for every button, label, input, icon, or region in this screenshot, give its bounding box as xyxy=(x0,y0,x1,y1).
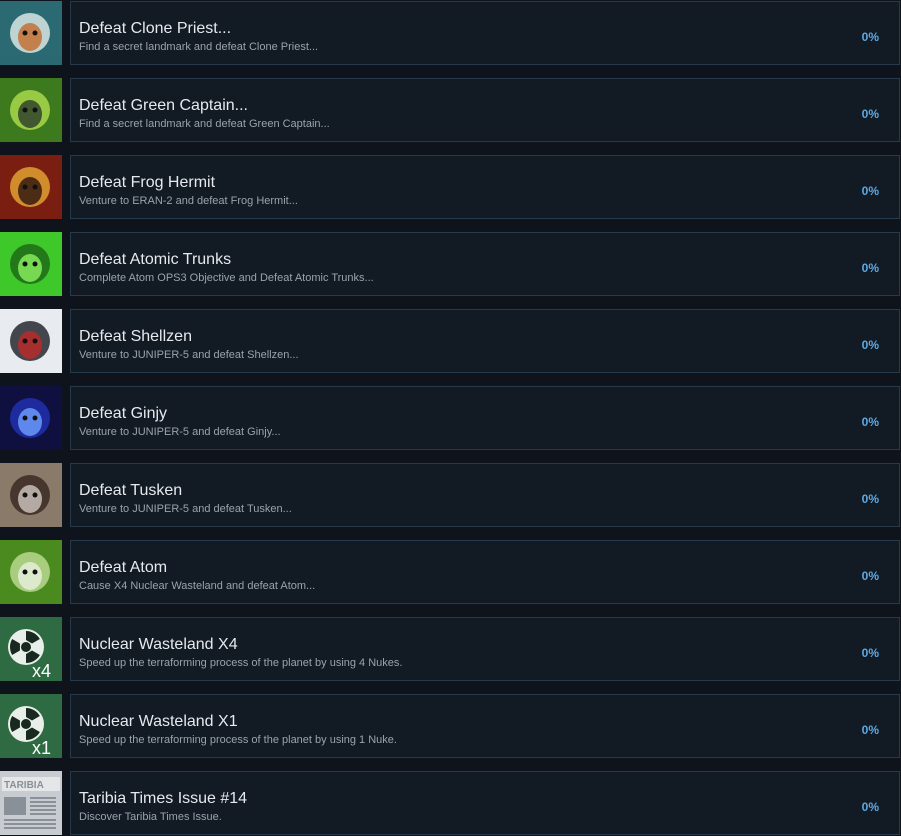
green-captain-icon xyxy=(0,78,62,142)
achievement-card[interactable]: Nuclear Wasteland X4 Speed up the terrafo… xyxy=(70,617,900,681)
svg-text:x1: x1 xyxy=(32,738,51,758)
achievement-progress: 0% xyxy=(861,107,879,121)
achievement-title: Taribia Times Issue #14 xyxy=(79,790,248,807)
achievement-card[interactable]: Defeat Frog Hermit Venture to ERAN-2 and … xyxy=(70,155,900,219)
achievement-progress: 0% xyxy=(861,338,879,352)
achievement-card[interactable]: Defeat Atom Cause X4 Nuclear Wasteland an… xyxy=(70,540,900,604)
achievement-title: Defeat Atom xyxy=(79,559,168,576)
achievement-progress: 0% xyxy=(861,723,879,737)
achievement-title: Defeat Ginjy xyxy=(79,405,168,422)
achievement-title: Defeat Shellzen xyxy=(79,328,192,345)
achievement-row[interactable]: Defeat Shellzen Venture to JUNIPER-5 and … xyxy=(0,309,901,373)
achievement-row[interactable]: x4 Nuclear Wasteland X4 Speed up the terra… xyxy=(0,617,901,681)
achievement-row[interactable]: Defeat Ginjy Venture to JUNIPER-5 and def… xyxy=(0,386,901,450)
achievement-description: Cause X4 Nuclear Wasteland and defeat At… xyxy=(79,580,316,592)
achievement-title: Defeat Frog Hermit xyxy=(79,174,216,191)
svg-text:TARIBIA: TARIBIA xyxy=(4,780,44,791)
atom-icon xyxy=(0,540,62,604)
achievement-row[interactable]: Defeat Frog Hermit Venture to ERAN-2 and … xyxy=(0,155,901,219)
achievement-row[interactable]: x1 Nuclear Wasteland X1 Speed up the terra… xyxy=(0,694,901,758)
achievement-progress: 0% xyxy=(861,261,879,275)
achievement-description: Find a secret landmark and defeat Clone … xyxy=(79,41,319,53)
nuke-x1-icon: x1 xyxy=(0,694,62,758)
achievement-description: Speed up the terraforming process of the… xyxy=(79,734,397,746)
achievement-progress: 0% xyxy=(861,415,879,429)
achievement-description: Venture to ERAN-2 and defeat Frog Hermit… xyxy=(79,195,298,207)
achievement-row[interactable]: Defeat Green Captain... Find a secret lan… xyxy=(0,78,901,142)
achievement-row[interactable]: Defeat Atom Cause X4 Nuclear Wasteland an… xyxy=(0,540,901,604)
achievement-description: Complete Atom OPS3 Objective and Defeat … xyxy=(79,272,374,284)
achievement-progress: 0% xyxy=(861,569,879,583)
nuke-x4-icon: x4 xyxy=(0,617,62,681)
achievement-progress: 0% xyxy=(861,646,879,660)
achievement-card[interactable]: Defeat Atomic Trunks Complete Atom OPS3 O… xyxy=(70,232,900,296)
achievement-title: Nuclear Wasteland X4 xyxy=(79,636,238,653)
achievement-title: Defeat Atomic Trunks xyxy=(79,251,232,268)
achievement-card[interactable]: Taribia Times Issue #14 Discover Taribia … xyxy=(70,771,900,835)
achievement-card[interactable]: Defeat Clone Priest... Find a secret land… xyxy=(70,1,900,65)
achievement-card[interactable]: Defeat Tusken Venture to JUNIPER-5 and de… xyxy=(70,463,900,527)
achievement-description: Venture to JUNIPER-5 and defeat Shellzen… xyxy=(79,349,299,361)
tusken-icon xyxy=(0,463,62,527)
achievement-progress: 0% xyxy=(861,30,879,44)
achievement-description: Discover Taribia Times Issue. xyxy=(79,811,222,823)
achievement-row[interactable]: Defeat Tusken Venture to JUNIPER-5 and de… xyxy=(0,463,901,527)
achievement-title: Defeat Clone Priest... xyxy=(79,20,232,37)
achievement-list: Defeat Clone Priest... Find a secret land… xyxy=(0,0,901,836)
achievement-row[interactable]: Defeat Atomic Trunks Complete Atom OPS3 O… xyxy=(0,232,901,296)
clone-priest-icon xyxy=(0,1,62,65)
achievement-description: Find a secret landmark and defeat Green … xyxy=(79,118,330,130)
achievement-progress: 0% xyxy=(861,800,879,814)
achievement-card[interactable]: Nuclear Wasteland X1 Speed up the terrafo… xyxy=(70,694,900,758)
achievement-title: Nuclear Wasteland X1 xyxy=(79,713,238,730)
newspaper-icon: TARIBIA xyxy=(0,771,62,835)
achievement-description: Venture to JUNIPER-5 and defeat Ginjy... xyxy=(79,426,281,438)
achievement-card[interactable]: Defeat Shellzen Venture to JUNIPER-5 and … xyxy=(70,309,900,373)
achievement-card[interactable]: Defeat Ginjy Venture to JUNIPER-5 and def… xyxy=(70,386,900,450)
achievement-title: Defeat Green Captain... xyxy=(79,97,248,114)
achievement-description: Speed up the terraforming process of the… xyxy=(79,657,403,669)
achievement-row[interactable]: TARIBIA Taribia Times Issue #14 Discover T… xyxy=(0,771,901,835)
svg-text:x4: x4 xyxy=(32,661,51,681)
achievement-progress: 0% xyxy=(861,492,879,506)
atomic-trunks-icon xyxy=(0,232,62,296)
achievement-title: Defeat Tusken xyxy=(79,482,183,499)
achievement-description: Venture to JUNIPER-5 and defeat Tusken..… xyxy=(79,503,292,515)
ginjy-icon xyxy=(0,386,62,450)
shellzen-icon xyxy=(0,309,62,373)
achievement-progress: 0% xyxy=(861,184,879,198)
achievement-card[interactable]: Defeat Green Captain... Find a secret lan… xyxy=(70,78,900,142)
achievement-row[interactable]: Defeat Clone Priest... Find a secret land… xyxy=(0,1,901,65)
frog-hermit-icon xyxy=(0,155,62,219)
